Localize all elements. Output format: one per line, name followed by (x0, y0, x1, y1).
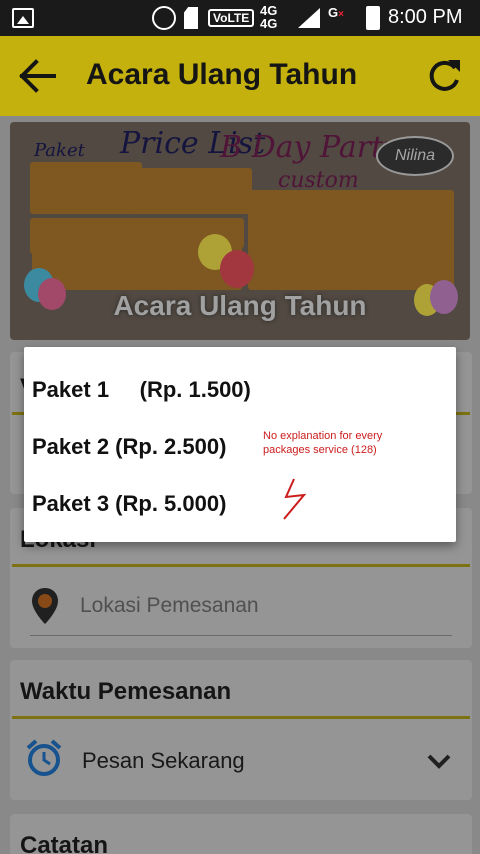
gallery-icon (12, 8, 34, 28)
g-label: G (328, 5, 339, 20)
status-time: 8:00 PM (388, 6, 463, 28)
network-type-bottom: 4G (260, 16, 278, 31)
package-option-3[interactable]: Paket 3 (Rp. 5.000) (32, 491, 226, 517)
refresh-icon[interactable] (424, 56, 464, 96)
g-signal: G× (328, 5, 344, 20)
arrow-back-icon[interactable] (18, 58, 58, 94)
package-option-2[interactable]: Paket 2 (Rp. 2.500) (32, 434, 226, 460)
status-bar: VoLTE 4G 4G G× 8:00 PM (0, 0, 480, 36)
volte-badge: VoLTE (208, 9, 255, 27)
network-type: 4G 4G (260, 4, 277, 30)
review-annotation: No explanation for every packages servic… (263, 430, 383, 456)
app-bar: Acara Ulang Tahun (0, 36, 480, 116)
no-signal-mark: × (338, 9, 344, 20)
annotation-mark (283, 478, 307, 520)
sd-card-icon (184, 7, 198, 29)
page-title: Acara Ulang Tahun (86, 58, 358, 91)
package-dialog: Paket 1 (Rp. 1.500) Paket 2 (Rp. 2.500) … (24, 347, 456, 542)
battery-icon (366, 6, 380, 30)
package-option-1[interactable]: Paket 1 (Rp. 1.500) (32, 377, 251, 403)
alarm-icon (152, 6, 176, 30)
signal-icon (298, 8, 320, 28)
